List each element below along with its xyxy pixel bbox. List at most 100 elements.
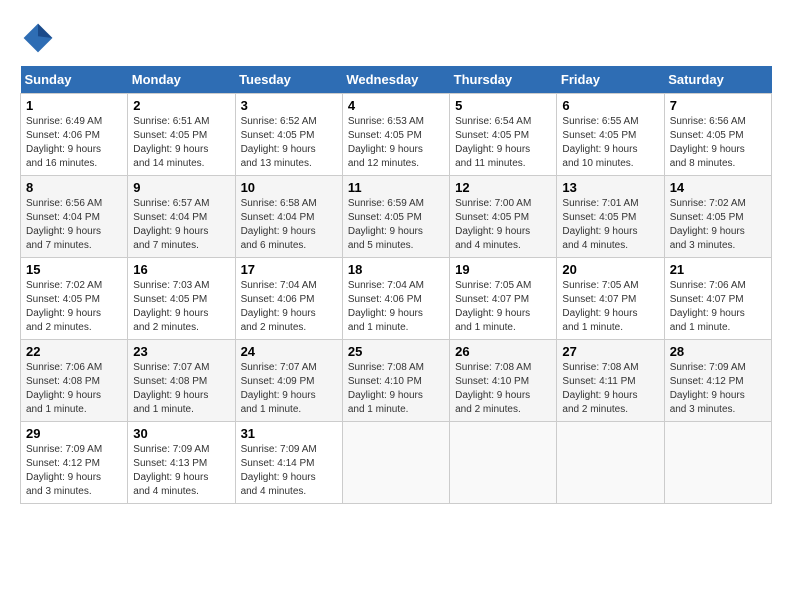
calendar-cell: 22 Sunrise: 7:06 AM Sunset: 4:08 PM Dayli…: [21, 340, 128, 422]
calendar-cell: 25 Sunrise: 7:08 AM Sunset: 4:10 PM Dayli…: [342, 340, 449, 422]
calendar-cell: 11 Sunrise: 6:59 AM Sunset: 4:05 PM Dayli…: [342, 176, 449, 258]
day-info: Sunrise: 7:08 AM Sunset: 4:10 PM Dayligh…: [348, 361, 444, 417]
day-info: Sunrise: 6:56 AM Sunset: 4:04 PM Dayligh…: [26, 197, 122, 253]
calendar-cell: 4 Sunrise: 6:53 AM Sunset: 4:05 PM Daylig…: [342, 94, 449, 176]
day-info: Sunrise: 6:52 AM Sunset: 4:05 PM Dayligh…: [241, 115, 337, 171]
day-number: 31: [241, 426, 337, 441]
day-number: 2: [133, 98, 229, 113]
day-number: 9: [133, 180, 229, 195]
day-number: 21: [670, 262, 766, 277]
day-of-week-header: Saturday: [664, 66, 771, 94]
day-number: 23: [133, 344, 229, 359]
calendar-week-row: 22 Sunrise: 7:06 AM Sunset: 4:08 PM Dayli…: [21, 340, 772, 422]
day-info: Sunrise: 6:49 AM Sunset: 4:06 PM Dayligh…: [26, 115, 122, 171]
calendar-cell: 15 Sunrise: 7:02 AM Sunset: 4:05 PM Dayli…: [21, 258, 128, 340]
calendar-cell: 30 Sunrise: 7:09 AM Sunset: 4:13 PM Dayli…: [128, 422, 235, 504]
day-info: Sunrise: 7:09 AM Sunset: 4:13 PM Dayligh…: [133, 443, 229, 499]
calendar-cell: 1 Sunrise: 6:49 AM Sunset: 4:06 PM Daylig…: [21, 94, 128, 176]
day-info: Sunrise: 7:02 AM Sunset: 4:05 PM Dayligh…: [26, 279, 122, 335]
day-of-week-header: Tuesday: [235, 66, 342, 94]
day-number: 19: [455, 262, 551, 277]
calendar-cell: 28 Sunrise: 7:09 AM Sunset: 4:12 PM Dayli…: [664, 340, 771, 422]
calendar-week-row: 8 Sunrise: 6:56 AM Sunset: 4:04 PM Daylig…: [21, 176, 772, 258]
day-info: Sunrise: 7:01 AM Sunset: 4:05 PM Dayligh…: [562, 197, 658, 253]
calendar-cell: 14Sunrise: 7:02 AM Sunset: 4:05 PM Dayli…: [664, 176, 771, 258]
day-of-week-header: Thursday: [450, 66, 557, 94]
day-number: 17: [241, 262, 337, 277]
calendar-cell: [664, 422, 771, 504]
day-info: Sunrise: 7:05 AM Sunset: 4:07 PM Dayligh…: [455, 279, 551, 335]
calendar-cell: 9 Sunrise: 6:57 AM Sunset: 4:04 PM Daylig…: [128, 176, 235, 258]
calendar-cell: 16 Sunrise: 7:03 AM Sunset: 4:05 PM Dayli…: [128, 258, 235, 340]
day-number: 7: [670, 98, 766, 113]
day-number: 18: [348, 262, 444, 277]
calendar-cell: 21 Sunrise: 7:06 AM Sunset: 4:07 PM Dayli…: [664, 258, 771, 340]
calendar-cell: 3 Sunrise: 6:52 AM Sunset: 4:05 PM Daylig…: [235, 94, 342, 176]
calendar-cell: 6 Sunrise: 6:55 AM Sunset: 4:05 PM Daylig…: [557, 94, 664, 176]
day-number: 4: [348, 98, 444, 113]
calendar-cell: 18 Sunrise: 7:04 AM Sunset: 4:06 PM Dayli…: [342, 258, 449, 340]
logo-icon: [20, 20, 56, 56]
calendar-cell: [557, 422, 664, 504]
calendar-header: SundayMondayTuesdayWednesdayThursdayFrid…: [21, 66, 772, 94]
day-info: Sunrise: 7:07 AM Sunset: 4:08 PM Dayligh…: [133, 361, 229, 417]
day-info: Sunrise: 6:59 AM Sunset: 4:05 PM Dayligh…: [348, 197, 444, 253]
calendar-week-row: 1 Sunrise: 6:49 AM Sunset: 4:06 PM Daylig…: [21, 94, 772, 176]
day-number: 10: [241, 180, 337, 195]
day-number: 6: [562, 98, 658, 113]
day-number: 20: [562, 262, 658, 277]
calendar-cell: 13 Sunrise: 7:01 AM Sunset: 4:05 PM Dayli…: [557, 176, 664, 258]
day-info: Sunrise: 6:55 AM Sunset: 4:05 PM Dayligh…: [562, 115, 658, 171]
day-info: Sunrise: 7:08 AM Sunset: 4:10 PM Dayligh…: [455, 361, 551, 417]
calendar-cell: 10Sunrise: 6:58 AM Sunset: 4:04 PM Dayli…: [235, 176, 342, 258]
day-number: 5: [455, 98, 551, 113]
calendar-cell: 2 Sunrise: 6:51 AM Sunset: 4:05 PM Daylig…: [128, 94, 235, 176]
day-number: 29: [26, 426, 122, 441]
calendar-cell: 17 Sunrise: 7:04 AM Sunset: 4:06 PM Dayli…: [235, 258, 342, 340]
day-number: 28: [670, 344, 766, 359]
calendar-week-row: 15 Sunrise: 7:02 AM Sunset: 4:05 PM Dayli…: [21, 258, 772, 340]
day-number: 26: [455, 344, 551, 359]
day-info: Sunrise: 7:03 AM Sunset: 4:05 PM Dayligh…: [133, 279, 229, 335]
day-number: 15: [26, 262, 122, 277]
day-of-week-header: Friday: [557, 66, 664, 94]
day-info: Sunrise: 6:53 AM Sunset: 4:05 PM Dayligh…: [348, 115, 444, 171]
page-header: [20, 20, 772, 56]
day-info: Sunrise: 6:57 AM Sunset: 4:04 PM Dayligh…: [133, 197, 229, 253]
day-number: 11: [348, 180, 444, 195]
calendar-cell: 31 Sunrise: 7:09 AM Sunset: 4:14 PM Dayli…: [235, 422, 342, 504]
calendar-cell: 27Sunrise: 7:08 AM Sunset: 4:11 PM Dayli…: [557, 340, 664, 422]
calendar-cell: 20 Sunrise: 7:05 AM Sunset: 4:07 PM Dayli…: [557, 258, 664, 340]
calendar-cell: 5Sunrise: 6:54 AM Sunset: 4:05 PM Daylig…: [450, 94, 557, 176]
day-number: 8: [26, 180, 122, 195]
day-number: 13: [562, 180, 658, 195]
calendar-cell: 24 Sunrise: 7:07 AM Sunset: 4:09 PM Dayli…: [235, 340, 342, 422]
day-info: Sunrise: 6:56 AM Sunset: 4:05 PM Dayligh…: [670, 115, 766, 171]
calendar-cell: [450, 422, 557, 504]
day-info: Sunrise: 7:04 AM Sunset: 4:06 PM Dayligh…: [241, 279, 337, 335]
day-number: 14: [670, 180, 766, 195]
calendar-table: SundayMondayTuesdayWednesdayThursdayFrid…: [20, 66, 772, 504]
calendar-cell: [342, 422, 449, 504]
day-info: Sunrise: 7:09 AM Sunset: 4:14 PM Dayligh…: [241, 443, 337, 499]
day-info: Sunrise: 7:05 AM Sunset: 4:07 PM Dayligh…: [562, 279, 658, 335]
calendar-cell: 29 Sunrise: 7:09 AM Sunset: 4:12 PM Dayli…: [21, 422, 128, 504]
day-info: Sunrise: 7:06 AM Sunset: 4:08 PM Dayligh…: [26, 361, 122, 417]
day-info: Sunrise: 7:04 AM Sunset: 4:06 PM Dayligh…: [348, 279, 444, 335]
day-number: 16: [133, 262, 229, 277]
day-number: 22: [26, 344, 122, 359]
day-number: 12: [455, 180, 551, 195]
day-number: 30: [133, 426, 229, 441]
day-number: 24: [241, 344, 337, 359]
calendar-cell: 23 Sunrise: 7:07 AM Sunset: 4:08 PM Dayli…: [128, 340, 235, 422]
day-number: 3: [241, 98, 337, 113]
day-info: Sunrise: 7:06 AM Sunset: 4:07 PM Dayligh…: [670, 279, 766, 335]
day-info: Sunrise: 7:07 AM Sunset: 4:09 PM Dayligh…: [241, 361, 337, 417]
day-info: Sunrise: 7:08 AM Sunset: 4:11 PM Dayligh…: [562, 361, 658, 417]
day-number: 1: [26, 98, 122, 113]
day-info: Sunrise: 7:09 AM Sunset: 4:12 PM Dayligh…: [26, 443, 122, 499]
day-number: 25: [348, 344, 444, 359]
day-of-week-header: Wednesday: [342, 66, 449, 94]
day-info: Sunrise: 7:09 AM Sunset: 4:12 PM Dayligh…: [670, 361, 766, 417]
day-info: Sunrise: 6:51 AM Sunset: 4:05 PM Dayligh…: [133, 115, 229, 171]
